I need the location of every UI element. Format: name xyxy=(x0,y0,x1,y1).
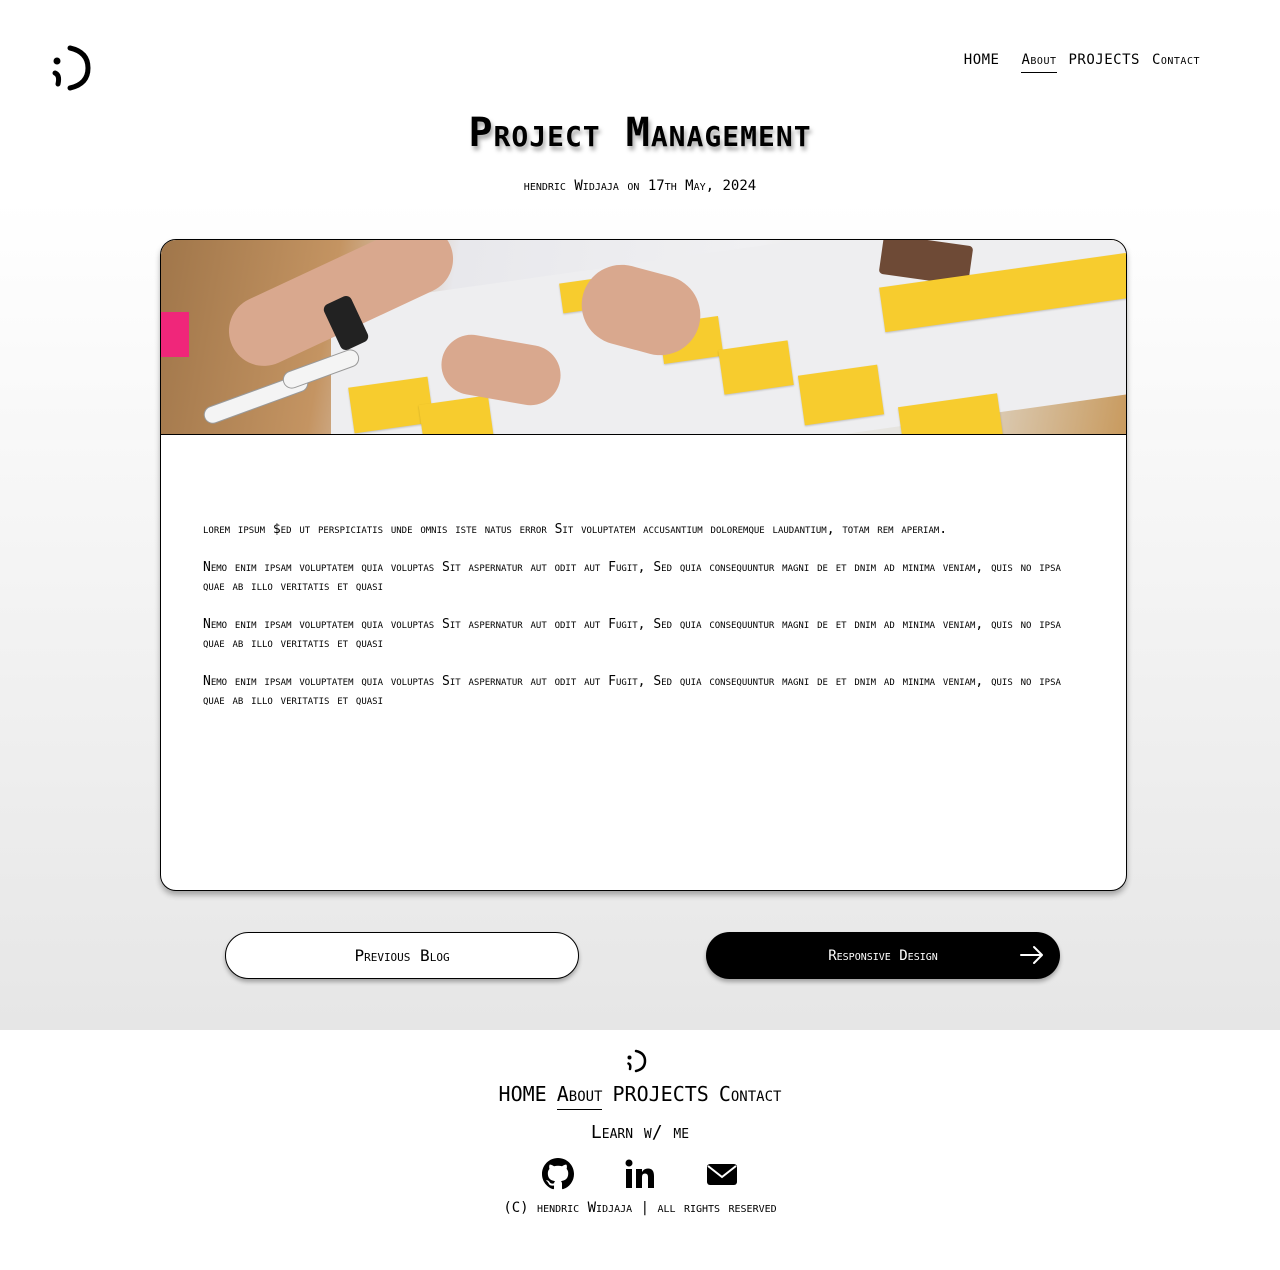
nav-about[interactable]: About xyxy=(1021,52,1057,73)
article-card: lorem ipsum $ed ut perspiciatis unde omn… xyxy=(160,239,1127,891)
footer-nav-contact[interactable]: Contact xyxy=(719,1082,782,1110)
nav-contact[interactable]: Contact xyxy=(1152,52,1200,73)
next-blog-button[interactable]: Responsive Design xyxy=(706,932,1060,979)
article-paragraph: Nemo enim ipsam voluptatem quia voluptas… xyxy=(203,617,1061,651)
footer-nav-home[interactable]: HOME xyxy=(499,1082,547,1110)
article-paragraph: Nemo enim ipsam voluptatem quia voluptas… xyxy=(203,560,1061,594)
arrow-right-icon xyxy=(1020,946,1043,964)
page-title: Project Management xyxy=(468,110,812,156)
top-nav: HOME About PROJECTS Contact xyxy=(964,52,1200,73)
learn-with-me-link[interactable]: Learn w/ me xyxy=(0,1122,1280,1143)
hero-sticky-note xyxy=(718,340,794,395)
semicolon-smile-logo-icon[interactable] xyxy=(626,1048,648,1074)
copyright-text: (C) hendric Widjaja | all rights reserve… xyxy=(503,1200,777,1216)
site-footer: HOME About PROJECTS Contact Learn w/ me … xyxy=(0,1030,1280,1270)
footer-nav-projects[interactable]: PROJECTS xyxy=(612,1082,708,1110)
hero-pink-note xyxy=(161,312,189,357)
nav-projects[interactable]: PROJECTS xyxy=(1069,52,1140,73)
article-paragraph: lorem ipsum $ed ut perspiciatis unde omn… xyxy=(203,522,948,537)
article-body: lorem ipsum $ed ut perspiciatis unde omn… xyxy=(203,520,1083,729)
nav-home[interactable]: HOME xyxy=(964,52,1000,73)
previous-blog-label: Previous Blog xyxy=(354,946,450,965)
previous-blog-button[interactable]: Previous Blog xyxy=(225,932,579,979)
hero-image xyxy=(161,240,1126,435)
mail-icon[interactable] xyxy=(706,1158,738,1190)
footer-nav-about[interactable]: About xyxy=(556,1082,603,1110)
next-blog-label: Responsive Design xyxy=(828,947,938,964)
article-byline: hendric Widjaja on 17th May, 2024 xyxy=(523,178,757,194)
page-background: HOME About PROJECTS Contact Project Mana… xyxy=(0,0,1280,1030)
github-icon[interactable] xyxy=(542,1158,574,1190)
social-links xyxy=(0,1158,1280,1190)
footer-nav: HOME About PROJECTS Contact xyxy=(0,1082,1280,1110)
semicolon-smile-logo-icon[interactable] xyxy=(50,42,94,94)
linkedin-icon[interactable] xyxy=(624,1158,656,1190)
article-paragraph: Nemo enim ipsam voluptatem quia voluptas… xyxy=(203,674,1061,708)
